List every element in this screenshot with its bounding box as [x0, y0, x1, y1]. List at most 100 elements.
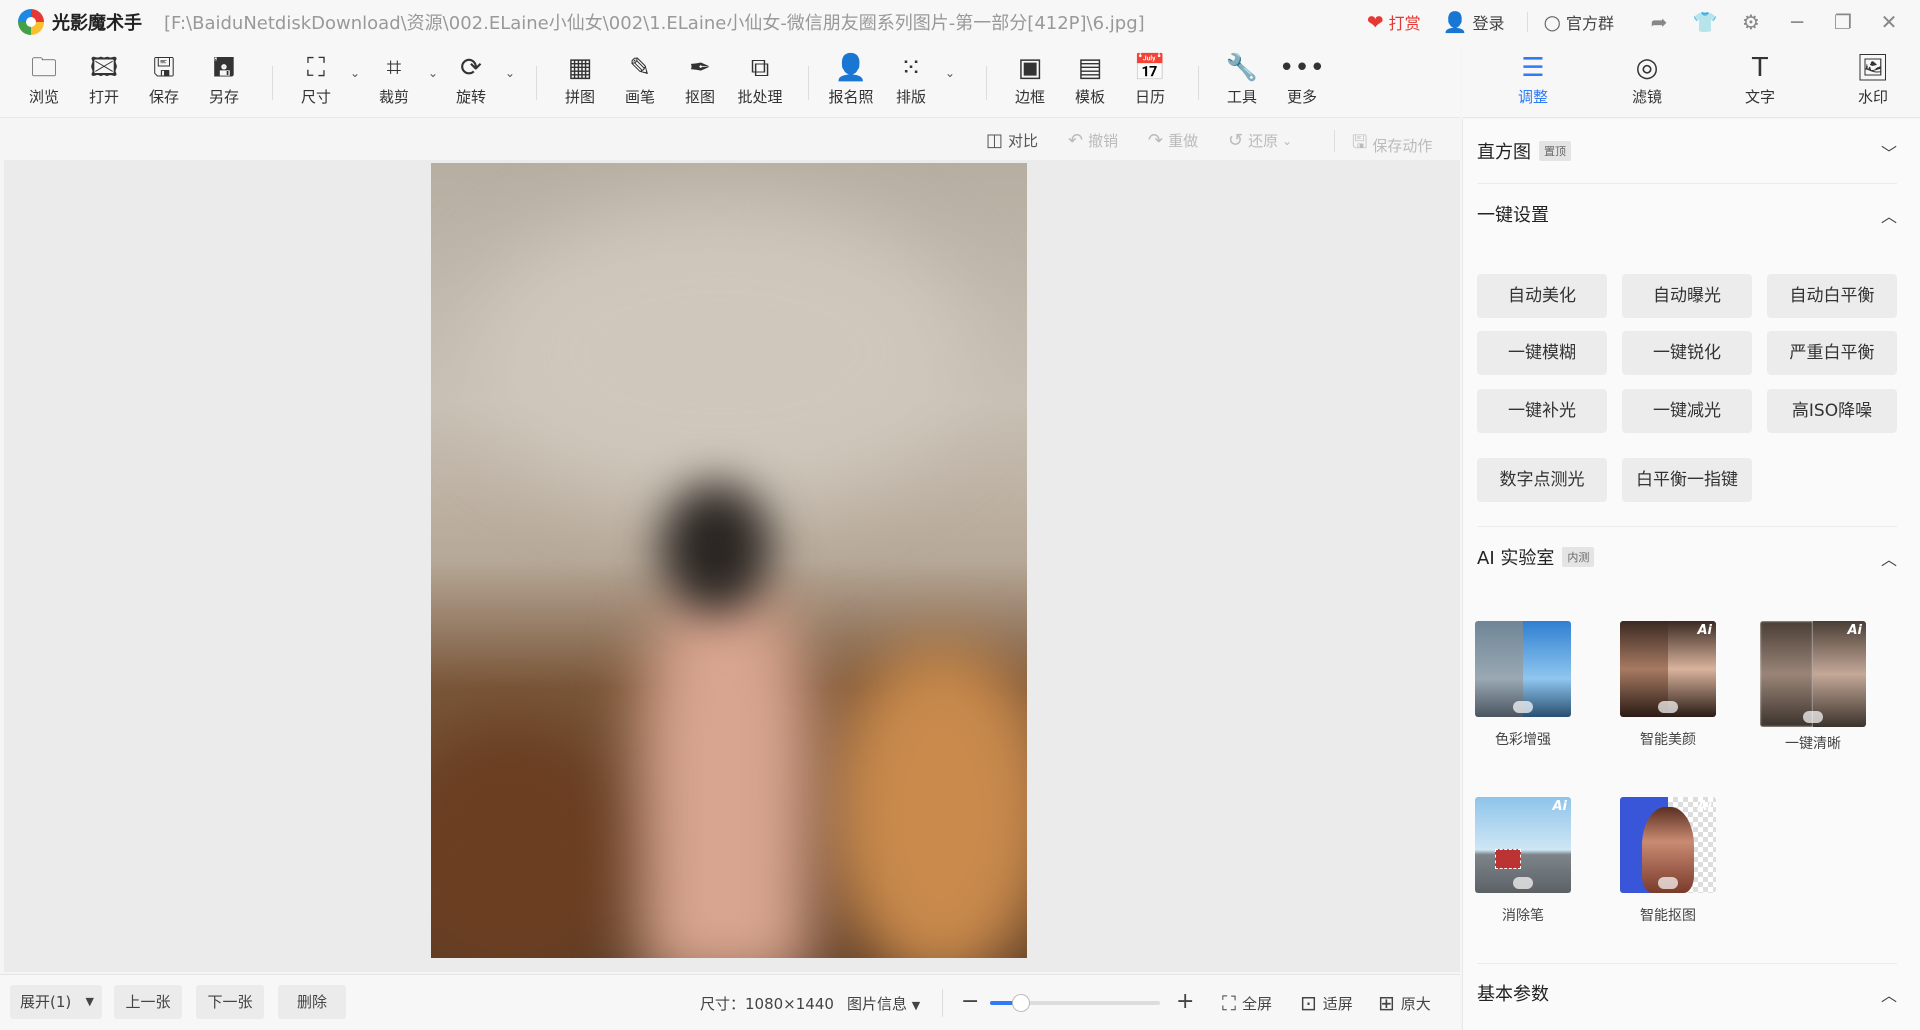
fill-light-button[interactable]: 一键补光: [1477, 389, 1607, 433]
crop-button[interactable]: ⌗ 裁剪: [366, 52, 422, 112]
save-button[interactable]: 🖫 保存: [136, 52, 192, 112]
photo-blur-region: [641, 583, 811, 958]
rotate-dropdown-chevron-icon[interactable]: ⌄: [505, 66, 515, 80]
chat-bubble-icon: ○: [1543, 10, 1561, 34]
calendar-button[interactable]: 📅 日历: [1122, 52, 1178, 112]
high-iso-denoise-button[interactable]: 高ISO降噪: [1767, 389, 1897, 433]
ai-color-enhance-card[interactable]: 色彩增强: [1463, 621, 1583, 749]
save-action-icon: 🖫: [1352, 132, 1368, 153]
tab-text[interactable]: T 文字: [1715, 52, 1805, 107]
batch-button[interactable]: ⧉ 批处理: [732, 52, 788, 112]
photo-preview[interactable]: [431, 163, 1027, 958]
size-button[interactable]: ⛶ 尺寸: [288, 52, 344, 112]
histogram-section-header[interactable]: 直方图 置顶 ﹀: [1477, 136, 1897, 166]
image-canvas[interactable]: [4, 160, 1460, 972]
filter-aperture-icon: ◎: [1635, 53, 1659, 83]
zoom-slider[interactable]: [990, 994, 1160, 1012]
close-icon[interactable]: ✕: [1866, 10, 1912, 34]
pin-top-badge[interactable]: 置顶: [1539, 141, 1571, 161]
expand-dropdown[interactable]: 展开(1) ▼: [10, 985, 102, 1019]
original-size-button[interactable]: ⊞ 原大: [1378, 991, 1431, 1015]
ai-smart-beauty-card[interactable]: Ai 智能美颜: [1608, 621, 1728, 749]
restore-icon[interactable]: ❐: [1820, 10, 1866, 34]
image-add-icon: 🖾: [89, 53, 119, 83]
more-button[interactable]: ••• 更多: [1274, 52, 1330, 112]
clarity-label: 一键清晰: [1785, 736, 1841, 752]
border-label: 边框: [1014, 88, 1045, 106]
redo-icon: ↷: [1148, 130, 1164, 151]
restore-chevron-icon[interactable]: ⌄: [1282, 134, 1292, 148]
save-as-button[interactable]: 🖪 另存: [196, 52, 252, 112]
image-info-button[interactable]: 图片信息 ▼: [847, 993, 920, 1014]
tab-adjust[interactable]: ☰ 调整: [1488, 52, 1578, 107]
ai-eraser-card[interactable]: Ai 消除笔: [1463, 797, 1583, 925]
expand-label: 展开(1): [20, 993, 72, 1011]
tab-watermark[interactable]: 🖼 水印: [1828, 52, 1918, 107]
ai-lab-section-header[interactable]: AI 实验室 内测 ︿: [1477, 542, 1897, 572]
next-image-button[interactable]: 下一张: [196, 985, 264, 1019]
auto-white-balance-button[interactable]: 自动白平衡: [1767, 274, 1897, 318]
crop-dropdown-chevron-icon[interactable]: ⌄: [428, 66, 438, 80]
ai-smart-cutout-card[interactable]: Ai 智能抠图: [1608, 797, 1728, 925]
share-icon[interactable]: ➦: [1636, 10, 1682, 34]
divider: [272, 66, 273, 100]
original-size-icon: ⊞: [1378, 991, 1395, 1015]
reduce-light-button[interactable]: 一键减光: [1622, 389, 1752, 433]
id-photo-button[interactable]: 👤 报名照: [823, 52, 879, 112]
collage-label: 拼图: [564, 88, 595, 106]
quick-settings-section-header[interactable]: 一键设置 ︿: [1477, 199, 1897, 229]
basic-params-section-header[interactable]: 基本参数 ︿: [1477, 978, 1897, 1008]
app-logo: 光影魔术手: [18, 9, 142, 35]
browse-button[interactable]: 🗀 浏览: [16, 52, 72, 112]
tab-filter[interactable]: ◎ 滤镜: [1602, 52, 1692, 107]
delete-button[interactable]: 删除: [278, 985, 346, 1019]
brush-button[interactable]: ✎ 画笔: [612, 52, 668, 112]
skin-shirt-icon[interactable]: 👕: [1682, 10, 1728, 34]
cutout-button[interactable]: ✒ 抠图: [672, 52, 728, 112]
rotate-button[interactable]: ⟳ 旋转: [443, 52, 499, 112]
collage-button[interactable]: ▦ 拼图: [552, 52, 608, 112]
eye-icon: [1658, 701, 1678, 713]
spot-metering-button[interactable]: 数字点测光: [1477, 458, 1607, 502]
chevron-up-icon[interactable]: ︿: [1881, 203, 1897, 227]
tab-adjust-label: 调整: [1517, 88, 1548, 106]
white-balance-pick-button[interactable]: 白平衡一指键: [1622, 458, 1752, 502]
photo-blur-region: [831, 643, 1027, 958]
chevron-up-icon[interactable]: ︿: [1881, 546, 1897, 570]
official-group-button[interactable]: ○ 官方群: [1544, 10, 1614, 34]
divider: [1198, 66, 1199, 100]
login-button[interactable]: 👤 登录: [1443, 10, 1505, 34]
calendar-icon: 📅: [1133, 53, 1167, 83]
undo-button[interactable]: ↶ 撤销: [1068, 130, 1118, 151]
zoom-slider-knob[interactable]: [1011, 994, 1030, 1012]
compare-button[interactable]: ◫ 对比: [986, 130, 1038, 151]
settings-icon[interactable]: ⚙: [1728, 10, 1774, 34]
size-dropdown-chevron-icon[interactable]: ⌄: [350, 66, 360, 80]
layout-dropdown-chevron-icon[interactable]: ⌄: [945, 66, 955, 80]
zoom-out-button[interactable]: −: [961, 989, 979, 1014]
photo-blur-region: [661, 483, 771, 613]
strong-white-balance-button[interactable]: 严重白平衡: [1767, 331, 1897, 375]
restore-button[interactable]: ↺ 还原 ⌄: [1228, 130, 1292, 151]
save-action-button[interactable]: 🖫 保存动作: [1352, 130, 1432, 160]
template-button[interactable]: ▤ 模板: [1062, 52, 1118, 112]
chevron-up-icon[interactable]: ︿: [1881, 982, 1897, 1006]
tools-button[interactable]: 🔧 工具: [1214, 52, 1270, 112]
auto-exposure-button[interactable]: 自动曝光: [1622, 274, 1752, 318]
open-button[interactable]: 🖾 打开: [76, 52, 132, 112]
one-click-blur-button[interactable]: 一键模糊: [1477, 331, 1607, 375]
fullscreen-button[interactable]: ⛶ 全屏: [1222, 991, 1272, 1015]
redo-button[interactable]: ↷ 重做: [1148, 130, 1198, 151]
minimize-icon[interactable]: ─: [1774, 10, 1820, 34]
layout-button[interactable]: ⁙ 排版: [883, 52, 939, 112]
auto-beautify-button[interactable]: 自动美化: [1477, 274, 1607, 318]
prev-image-button[interactable]: 上一张: [114, 985, 182, 1019]
fit-screen-button[interactable]: ⊡ 适屏: [1300, 991, 1353, 1015]
one-click-sharpen-button[interactable]: 一键锐化: [1622, 331, 1752, 375]
chevron-down-icon[interactable]: ﹀: [1881, 140, 1897, 164]
border-button[interactable]: ▣ 边框: [1002, 52, 1058, 112]
ai-one-click-clarity-card[interactable]: Ai 一键清晰: [1753, 621, 1873, 753]
reward-button[interactable]: ❤ 打赏: [1367, 10, 1421, 34]
zoom-in-button[interactable]: +: [1176, 989, 1194, 1014]
template-icon: ▤: [1077, 53, 1103, 83]
